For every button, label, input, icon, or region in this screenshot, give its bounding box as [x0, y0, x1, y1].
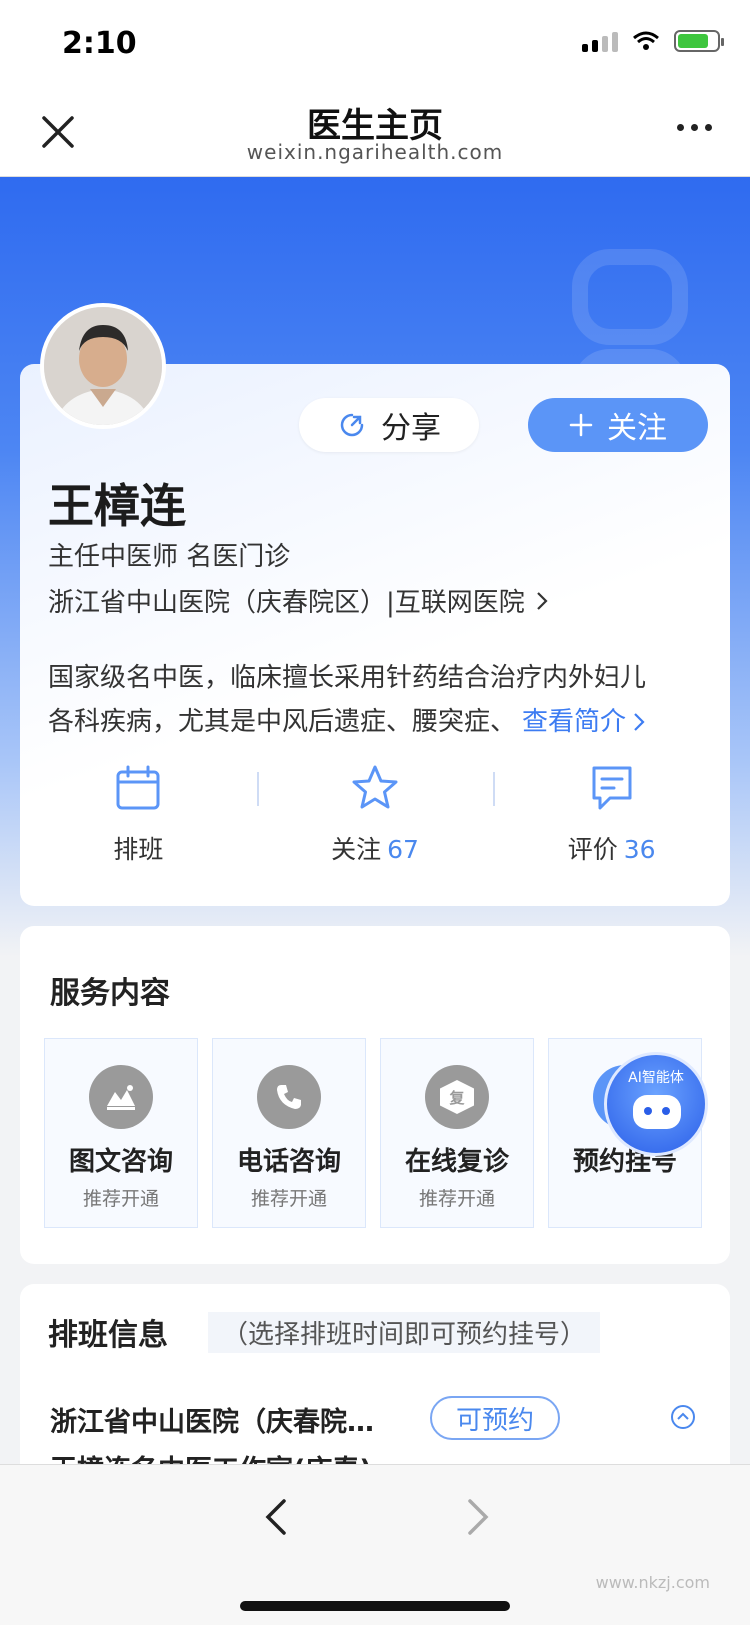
phone-icon	[257, 1065, 321, 1129]
ai-label: AI智能体	[628, 1070, 684, 1086]
intro-line-2: 各科疾病，尤其是中风后遗症、腰突症、 查看简介	[48, 700, 708, 744]
doctor-avatar	[40, 303, 166, 429]
available-badge[interactable]: 可预约	[430, 1396, 560, 1440]
status-icons	[582, 30, 724, 52]
stat-label: 评价 36	[567, 835, 656, 864]
doctor-title: 主任中医师 名医门诊	[48, 542, 291, 572]
page-url: weixin.ngarihealth.com	[246, 140, 504, 164]
divider	[256, 772, 259, 806]
doctor-name: 王樟连	[48, 479, 186, 533]
robot-icon	[633, 1095, 681, 1129]
service-sub: 推荐开通	[418, 1188, 495, 1210]
service-grid: 图文咨询 推荐开通 电话咨询 推荐开通 复 在线复诊 推荐开通 预约挂号	[44, 1038, 702, 1228]
revisit-icon: 复	[425, 1065, 489, 1129]
chevron-up-icon[interactable]	[670, 1404, 696, 1430]
doctor-stats: 排班 关注 67 评价 36	[20, 762, 730, 872]
review-count: 36	[623, 835, 656, 864]
browser-toolbar: www.nkzj.com	[0, 1464, 750, 1625]
follow-button[interactable]: 关注	[528, 398, 708, 452]
view-intro-link[interactable]: 查看简介	[522, 700, 626, 744]
calendar-icon	[116, 765, 160, 810]
home-indicator[interactable]	[240, 1601, 510, 1611]
share-label: 分享	[381, 411, 441, 446]
avatar-portrait	[44, 307, 162, 425]
schedule-hospital[interactable]: 浙江省中山医院（庆春院…	[50, 1400, 374, 1439]
chevron-right-icon	[536, 591, 548, 610]
stat-label: 关注 67	[331, 835, 419, 864]
service-sub: 推荐开通	[250, 1188, 327, 1210]
battery-icon	[674, 30, 724, 52]
follow-label: 关注	[607, 411, 667, 446]
schedule-note: （选择排班时间即可预约挂号）	[208, 1312, 601, 1353]
service-sub: 推荐开通	[82, 1188, 159, 1210]
service-phone-consult[interactable]: 电话咨询 推荐开通	[212, 1038, 366, 1228]
plus-icon	[569, 413, 593, 437]
schedule-title: 排班信息	[48, 1318, 168, 1353]
service-name: 图文咨询	[68, 1147, 173, 1177]
intro-line-1: 国家级名中医，临床擅长采用针药结合治疗内外妇儿	[48, 663, 647, 693]
more-menu-icon[interactable]	[677, 124, 712, 131]
nav-bar: 医生主页 weixin.ngarihealth.com	[0, 88, 750, 177]
back-arrow-icon[interactable]	[258, 1495, 294, 1539]
doctor-hospital-text: 浙江省中山医院（庆春院区）|互联网医院	[48, 588, 525, 618]
stat-label: 排班	[113, 835, 164, 864]
share-button[interactable]: 分享	[299, 398, 479, 452]
star-icon	[352, 765, 398, 809]
chevron-right-icon	[634, 713, 645, 731]
service-name: 在线复诊	[404, 1147, 509, 1177]
forward-arrow-icon[interactable]	[460, 1495, 496, 1539]
image-text-icon	[89, 1065, 153, 1129]
follow-count: 67	[387, 835, 419, 864]
intro-line-2-text: 各科疾病，尤其是中风后遗症、腰突症、	[48, 707, 517, 737]
stat-reviews[interactable]: 评价 36	[493, 762, 730, 872]
ai-assistant-button[interactable]: AI智能体	[604, 1052, 708, 1156]
service-name: 电话咨询	[236, 1147, 341, 1177]
wifi-icon	[633, 31, 659, 50]
status-bar: 2:10	[0, 0, 750, 88]
services-title: 服务内容	[50, 976, 170, 1011]
comment-icon	[592, 766, 632, 810]
stat-follow[interactable]: 关注 67	[256, 762, 494, 872]
doctor-hospital-link[interactable]: 浙江省中山医院（庆春院区）|互联网医院	[48, 582, 549, 619]
schedule-card: 排班信息 （选择排班时间即可预约挂号） 浙江省中山医院（庆春院… 可预约 王樟连…	[20, 1284, 730, 1486]
service-online-revisit[interactable]: 复 在线复诊 推荐开通	[380, 1038, 534, 1228]
status-time: 2:10	[62, 26, 137, 61]
doctor-intro: 国家级名中医，临床擅长采用针药结合治疗内外妇儿 各科疾病，尤其是中风后遗症、腰突…	[48, 656, 708, 744]
share-icon	[340, 413, 364, 437]
divider	[493, 772, 496, 806]
stat-schedule[interactable]: 排班	[20, 762, 257, 872]
signal-icon	[582, 30, 618, 52]
service-text-consult[interactable]: 图文咨询 推荐开通	[44, 1038, 198, 1228]
site-watermark: www.nkzj.com	[595, 1573, 710, 1592]
